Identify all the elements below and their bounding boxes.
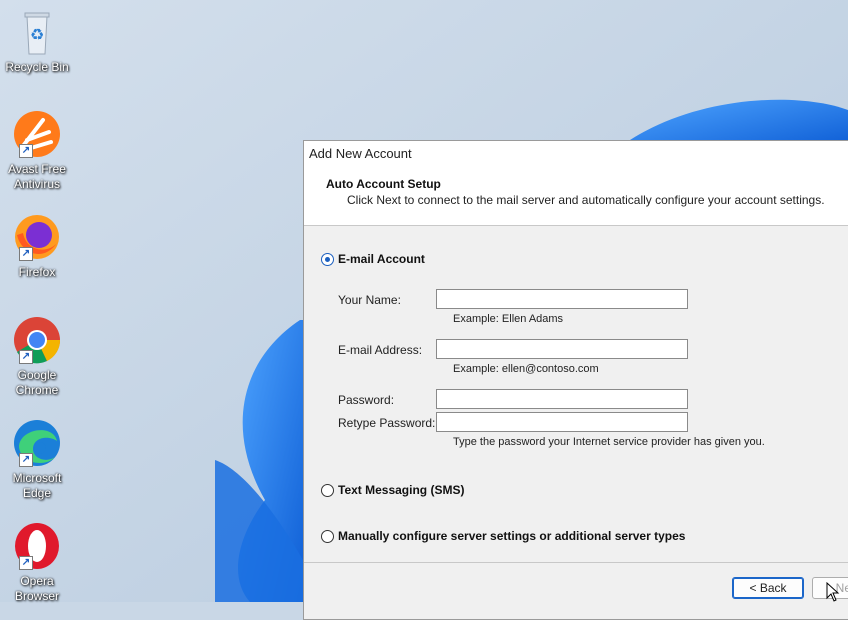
dialog-title: Add New Account — [304, 141, 848, 167]
desktop-icon-opera[interactable]: ↗ Opera Browser — [4, 522, 70, 604]
desktop-icon-avast[interactable]: ↗ Avast Free Antivirus — [4, 110, 70, 192]
chrome-icon: ↗ — [13, 316, 61, 364]
svg-text:♻: ♻ — [30, 25, 44, 44]
desktop-icon-recycle-bin[interactable]: ♻ Recycle Bin — [4, 8, 70, 75]
text-messaging-label: Text Messaging (SMS) — [338, 483, 465, 497]
text-messaging-radio[interactable] — [321, 483, 334, 497]
shortcut-arrow-icon: ↗ — [19, 144, 33, 158]
recycle-bin-icon: ♻ — [13, 8, 61, 56]
manual-configure-label: Manually configure server settings or ad… — [338, 529, 686, 543]
manual-configure-option[interactable]: Manually configure server settings or ad… — [321, 529, 685, 543]
email-account-label: E-mail Account — [338, 252, 425, 266]
shortcut-arrow-icon: ↗ — [19, 453, 33, 467]
dialog-subheading: Click Next to connect to the mail server… — [347, 193, 825, 207]
add-new-account-dialog: Add New Account Auto Account Setup Click… — [303, 140, 848, 620]
desktop-icon-chrome[interactable]: ↗ Google Chrome — [4, 316, 70, 398]
footer-divider — [304, 562, 848, 563]
shortcut-arrow-icon: ↗ — [19, 247, 33, 261]
your-name-hint: Example: Ellen Adams — [453, 313, 564, 325]
desktop-icon-edge[interactable]: ↗ Microsoft Edge — [4, 419, 70, 501]
email-address-input[interactable] — [436, 339, 688, 359]
shortcut-arrow-icon: ↗ — [19, 350, 33, 364]
mouse-cursor-icon — [826, 582, 840, 602]
edge-icon: ↗ — [13, 419, 61, 467]
email-account-option[interactable]: E-mail Account — [321, 252, 425, 266]
desktop-icon-label: Firefox — [18, 265, 56, 279]
dialog-header: Auto Account Setup Click Next to connect… — [304, 167, 848, 226]
desktop-icon-label: Microsoft Edge — [12, 471, 62, 500]
your-name-label: Your Name: — [338, 293, 401, 307]
desktop-icon-label: Opera Browser — [14, 574, 59, 603]
desktop-icon-label: Avast Free Antivirus — [8, 162, 66, 191]
password-input[interactable] — [436, 389, 688, 409]
retype-password-hint: Type the password your Internet service … — [453, 436, 765, 448]
desktop-icon-label: Recycle Bin — [5, 60, 69, 74]
dialog-heading: Auto Account Setup — [326, 177, 441, 191]
your-name-input[interactable] — [436, 289, 688, 309]
opera-icon: ↗ — [13, 522, 61, 570]
desktop-icon-firefox[interactable]: ↗ Firefox — [4, 213, 70, 280]
shortcut-arrow-icon: ↗ — [19, 556, 33, 570]
retype-password-input[interactable] — [436, 412, 688, 432]
text-messaging-option[interactable]: Text Messaging (SMS) — [321, 483, 464, 497]
back-button[interactable]: < Back — [732, 577, 804, 599]
avast-icon: ↗ — [13, 110, 61, 158]
email-address-label: E-mail Address: — [338, 343, 423, 357]
password-label: Password: — [338, 393, 395, 407]
retype-password-label: Retype Password: — [338, 416, 436, 430]
email-address-hint: Example: ellen@contoso.com — [453, 363, 599, 375]
firefox-icon: ↗ — [13, 213, 61, 261]
email-account-radio[interactable] — [321, 252, 334, 266]
desktop-icon-label: Google Chrome — [15, 368, 59, 397]
manual-configure-radio[interactable] — [321, 529, 334, 543]
